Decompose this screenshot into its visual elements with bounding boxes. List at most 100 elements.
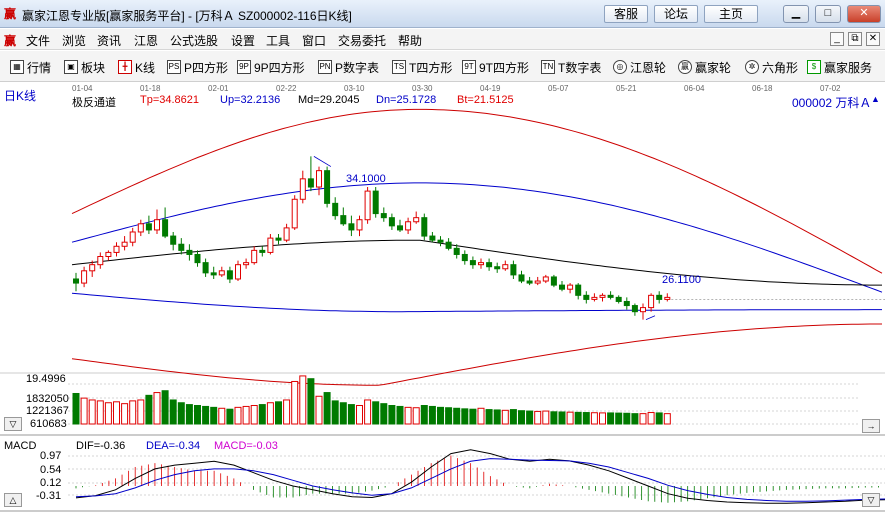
candle-body [332, 202, 339, 217]
customer-service-link[interactable]: 客服 [604, 5, 648, 23]
candle-body [421, 217, 428, 237]
volume-bar [185, 404, 193, 425]
candle-body [518, 274, 525, 282]
volume-bar [615, 412, 623, 425]
volume-bar [153, 392, 161, 425]
volume-bar [145, 394, 153, 425]
tool-kline[interactable]: ╋ K线 [118, 58, 155, 76]
tp-value: Tp=34.8621 [140, 94, 200, 106]
candle-body [243, 262, 250, 266]
tool-9p-square[interactable]: 9P 9P四方形 [237, 58, 305, 76]
volume-bar [323, 392, 331, 425]
maximize-button[interactable]: □ [815, 5, 841, 23]
date-tick-label: 06-04 [684, 84, 705, 93]
candle-body [348, 223, 355, 231]
volume-bar [169, 399, 177, 425]
macd-axis-3: -0.31 [36, 490, 62, 502]
scroll-right-button[interactable]: → [862, 419, 880, 433]
candle-body [405, 221, 412, 231]
tool-9t-square[interactable]: 9T 9T四方形 [462, 58, 529, 76]
macd-scroll-button[interactable]: ▽ [862, 493, 880, 507]
volume-panel-toggle[interactable]: ▽ [4, 417, 22, 431]
tool-p-number[interactable]: PN P数字表 [318, 58, 379, 76]
mdi-restore-button[interactable]: ⧉ [848, 32, 862, 46]
menu-tools[interactable]: 工具 [266, 32, 290, 49]
macd-panel-toggle[interactable]: △ [4, 493, 22, 507]
candle-body [437, 239, 444, 243]
volume-bar [364, 399, 372, 425]
grid-icon: ▦ [10, 60, 24, 74]
tool-gann-wheel[interactable]: ◎ 江恩轮 [613, 58, 666, 76]
candle-body [542, 276, 549, 282]
volume-bar [104, 402, 112, 425]
tool-p-square[interactable]: PS P四方形 [167, 58, 228, 76]
candle-body [275, 237, 282, 241]
tool-label: 江恩轮 [630, 60, 667, 75]
homepage-link[interactable]: 主页 [704, 5, 758, 23]
candle-body [550, 276, 557, 286]
tool-winner-wheel[interactable]: 赢赢家轮 [678, 58, 731, 76]
candle-body [364, 190, 371, 221]
candle-body [73, 278, 79, 284]
close-button[interactable]: ✕ [847, 5, 881, 23]
forum-link[interactable]: 论坛 [654, 5, 698, 23]
tool-label: 六角形 [762, 60, 799, 75]
menu-settings[interactable]: 设置 [231, 32, 255, 49]
candle-body [640, 307, 646, 313]
minimize-button[interactable]: ▁ [783, 5, 809, 23]
menu-trade[interactable]: 交易委托 [338, 32, 386, 49]
scroll-up-icon[interactable]: ▲ [871, 94, 880, 104]
candle-body [316, 170, 322, 188]
tool-t-square[interactable]: TS T四方形 [392, 58, 452, 76]
tool-winner-service[interactable]: $ 赢家服务 [807, 58, 872, 76]
volume-bar [283, 399, 291, 425]
volume-bar [437, 406, 444, 425]
menu-help[interactable]: 帮助 [398, 32, 422, 49]
app-logo-icon: 赢 [4, 7, 17, 21]
dollar-icon: $ [807, 60, 821, 74]
volume-bar [88, 399, 96, 425]
period-label[interactable]: 日K线 [4, 87, 36, 104]
low-price-label: 26.1100 [662, 274, 701, 286]
menu-file[interactable]: 文件 [26, 32, 50, 49]
menu-gann[interactable]: 江恩 [134, 32, 158, 49]
candle-body [397, 225, 403, 231]
tool-hexagon[interactable]: ✲ 六角形 [745, 58, 798, 76]
volume-bar [542, 410, 550, 425]
chart-area[interactable]: 01-04 01-18 02-01 02-22 03-10 03-30 04-19 05-07… [0, 83, 885, 513]
candle-body [510, 264, 517, 276]
volume-bar [258, 404, 266, 425]
menu-browse[interactable]: 浏览 [62, 32, 86, 49]
hexagon-icon: ✲ [745, 60, 759, 74]
volume-axis-1: 1832050 [26, 393, 69, 405]
candle-body [251, 249, 258, 264]
candle-body [113, 245, 120, 253]
candle-body [656, 294, 663, 300]
gann-wheel-icon: ◎ [613, 60, 627, 74]
volume-bar [356, 405, 363, 425]
menu-formula[interactable]: 公式选股 [170, 32, 218, 49]
menu-window[interactable]: 窗口 [302, 32, 326, 49]
mdi-minimize-button[interactable]: _ [830, 32, 844, 46]
tool-t-number[interactable]: TN T数字表 [541, 58, 601, 76]
candle-body [575, 284, 582, 296]
mdi-close-button[interactable]: ✕ [866, 32, 880, 46]
candle-body [340, 215, 347, 225]
tool-quotes[interactable]: ▦ 行情 [10, 58, 51, 76]
candle-body [494, 266, 501, 270]
candle-body [607, 294, 614, 298]
tool-label: T数字表 [558, 60, 602, 75]
tool-label: P数字表 [335, 60, 380, 75]
candle-body [210, 272, 217, 276]
tool-sectors[interactable]: ▣ 板块 [64, 58, 105, 76]
menu-news[interactable]: 资讯 [97, 32, 121, 49]
volume-bar [137, 399, 145, 425]
volume-bar [121, 403, 129, 425]
volume-bar [582, 412, 590, 425]
toolbar: ▦ 行情 ▣ 板块 ╋ K线 PS P四方形 9P 9P四方形 PN P数字表 TS T四方形… [0, 51, 885, 82]
candle-body [259, 249, 266, 253]
volume-bar [599, 412, 606, 425]
kline-chart-svg[interactable]: 01-04 01-18 02-01 02-22 03-10 03-30 04-19 05-07… [0, 83, 885, 513]
volume-bar [266, 402, 274, 425]
volume-bar [655, 412, 663, 425]
